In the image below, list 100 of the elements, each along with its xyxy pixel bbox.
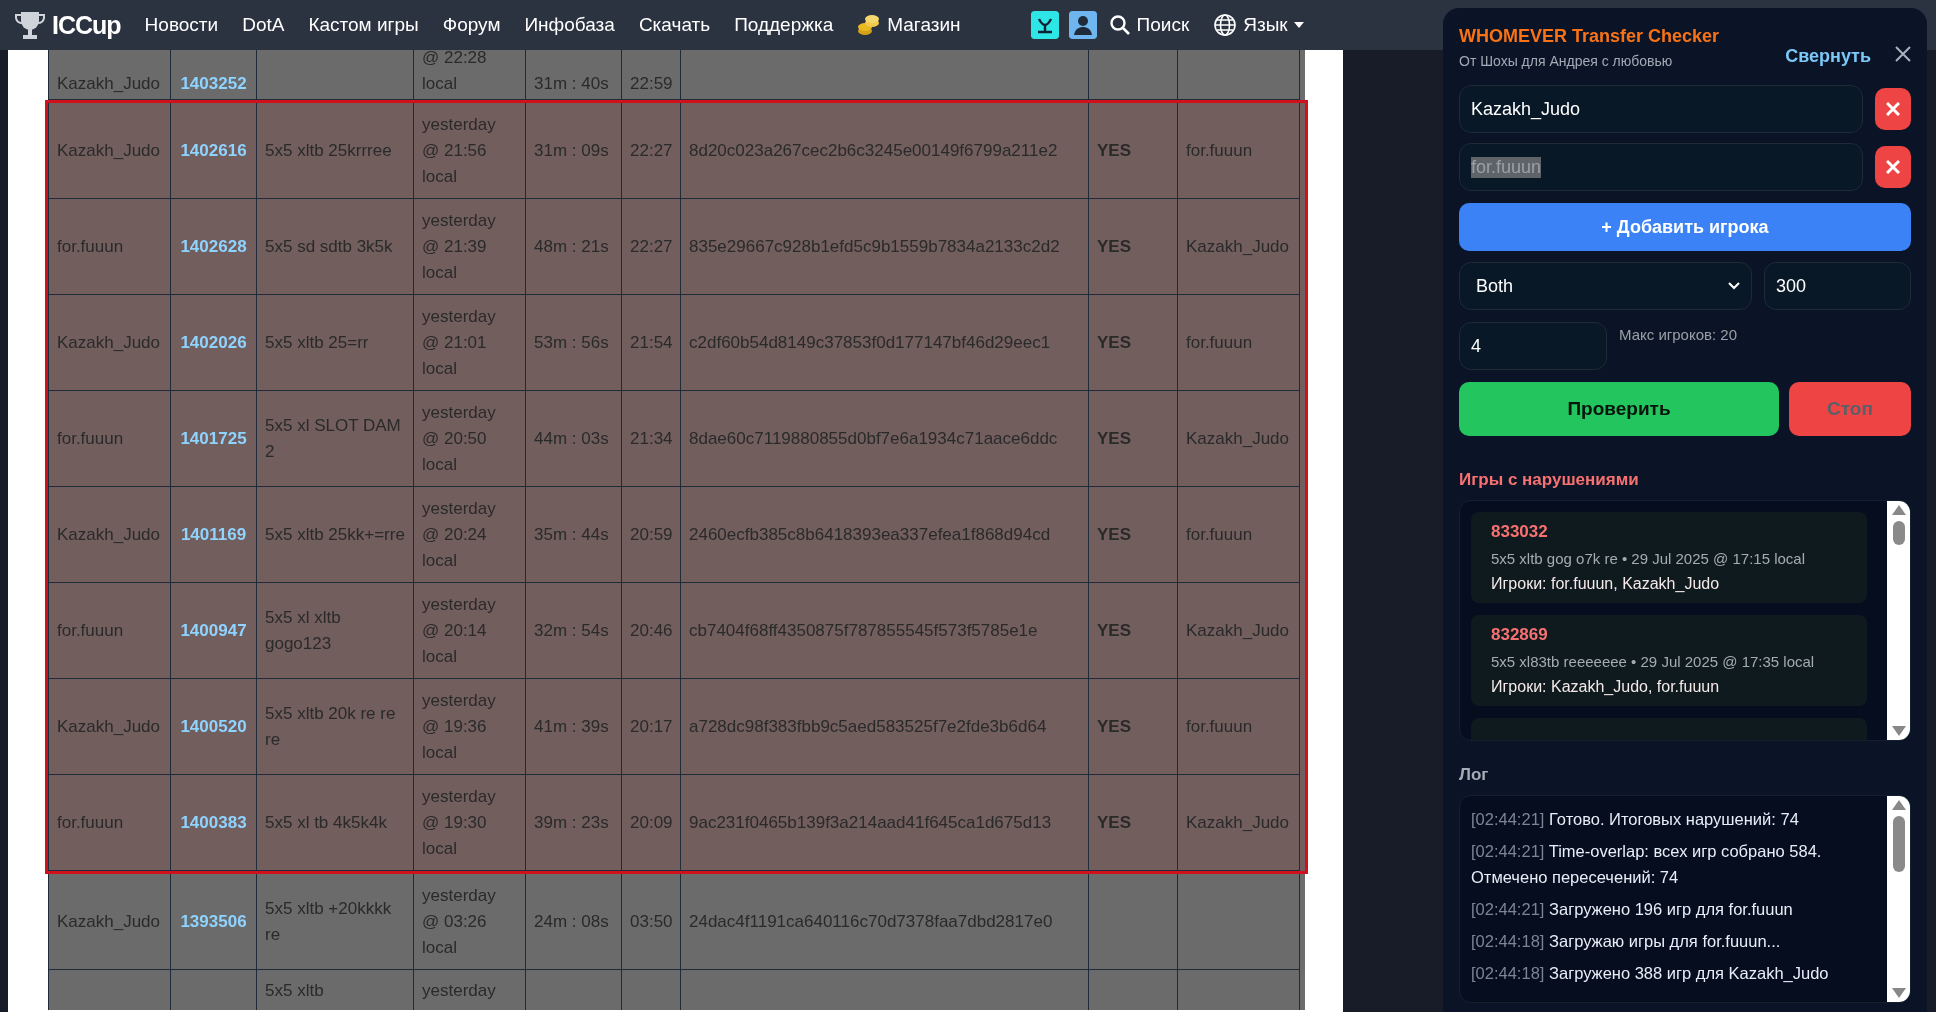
date-cell-text: yesterday @ 19:30 local xyxy=(422,785,497,860)
hash-cell-text: 2460ecfb385c8b6418393ea337efea1f868d94cd xyxy=(689,523,1051,546)
player-cell-text: Kazakh_Judo xyxy=(57,910,161,933)
section-title: Лог xyxy=(1459,765,1490,785)
hash-cell-text: 8d20c023a267cec2b6c3245e00149f6799a211e2 xyxy=(689,139,1058,162)
recipient-cell-text: for.fuuun xyxy=(1186,139,1253,162)
time-cell-text: 21:34 xyxy=(630,427,673,450)
player-cell-text: for.fuuun xyxy=(57,619,124,642)
nav-link[interactable]: Поддержка xyxy=(734,14,834,36)
recipient-cell-text: Kazakh_Judo xyxy=(1186,427,1290,450)
add-player-button[interactable]: + Добавить игрока xyxy=(1459,203,1911,251)
game-id-link[interactable]: 1402628 xyxy=(180,233,247,260)
player-cell-text: Kazakh_Judo xyxy=(57,139,161,162)
nav-link[interactable]: Инфобаза xyxy=(524,14,615,36)
recipient-cell-text: Kazakh_Judo xyxy=(1186,811,1290,834)
time-cell-text: 03:50 xyxy=(630,910,673,933)
game-info: 5x5 xl83tb reeeeeee • 29 Jul 2025 @ 17:35 local xyxy=(1491,653,1816,670)
logo-text[interactable]: ICCup xyxy=(52,10,121,40)
nav-link[interactable]: DotA xyxy=(242,14,285,36)
date-cell-text: yesterday @ 03:26 local xyxy=(422,884,497,959)
time-cell-text: 20:46 xyxy=(630,619,673,642)
violation-card[interactable]: 832869 5x5 xl83tb reeeeeee • 29 Jul 2025 @ 17:35 local Игроки: Kazakh_Judo, for.fuuun xyxy=(1471,615,1867,706)
violation-card[interactable]: 833032 5x5 xltb gog o7k re • 29 Jul 2025 @ 17:15 local Игроки: for.fuuun, Kazakh_Judo xyxy=(1471,512,1867,603)
language-menu[interactable]: Язык xyxy=(1213,13,1304,37)
time-cell-text: 20:17 xyxy=(630,715,673,738)
threads-input[interactable]: 4 xyxy=(1459,322,1607,370)
mode-select[interactable]: Both xyxy=(1459,262,1752,310)
log-entry: [02:44:21] Загружено 196 игр для for.fuuun xyxy=(1471,899,1794,920)
transfer-cell-text: YES xyxy=(1097,139,1132,162)
game-name-cell-text: 5x5 xltb 25=rr xyxy=(265,331,369,354)
date-cell-text: @ 22:28 local xyxy=(422,50,488,95)
hash-cell-text: 835e29667c928b1efd5c9b1559b7834a2133c2d2 xyxy=(689,235,1060,258)
duration-cell-text: 41m : 39s xyxy=(534,715,609,738)
time-cell-text: 22:27 xyxy=(630,235,673,258)
time-cell-text: 22:27 xyxy=(630,139,673,162)
game-name-cell-text: 5x5 xltb 25krrree xyxy=(265,139,392,162)
duration-cell-text: 35m : 44s xyxy=(534,523,609,546)
date-cell-text: yesterday xyxy=(422,980,496,1002)
duration-cell-text: 44m : 03s xyxy=(534,427,609,450)
player-cell-text: Kazakh_Judo xyxy=(57,715,161,738)
nav-link[interactable]: Магазин xyxy=(857,13,961,37)
duration-cell-text: 24m : 08s xyxy=(534,910,609,933)
hash-cell-text: 24dac4f1191ca640116c70d7378faa7dbd2817e0 xyxy=(689,910,1053,933)
game-name-cell-text: 5x5 xl xltb gogo123 xyxy=(265,606,342,655)
nav-link[interactable]: Новости xyxy=(144,14,219,36)
date-cell-text: yesterday @ 20:24 local xyxy=(422,497,497,572)
time-cell-text: 21:54 xyxy=(630,331,673,354)
check-button[interactable]: Проверить xyxy=(1459,382,1779,436)
game-id-link[interactable]: 1400520 xyxy=(180,713,247,740)
input-text: for.fuuun xyxy=(1471,156,1542,178)
hash-cell-text: 8dae60c7119880855d0bf7e6a1934c71aace6ddc xyxy=(689,427,1058,450)
game-id-link[interactable]: 1400947 xyxy=(180,617,247,644)
game-id-link[interactable]: 1401169 xyxy=(180,521,247,548)
search-link[interactable]: Поиск xyxy=(1108,14,1190,36)
log-entry: [02:44:21] Time-overlap: всех игр собрано 584. Отмечено пересечений: 74 xyxy=(1471,841,1823,888)
log-entry: [02:44:18] Загружено 388 игр для Kazakh_Judo xyxy=(1471,963,1830,984)
game-id-link[interactable]: 1402616 xyxy=(180,137,247,164)
game-id-link[interactable]: 1400383 xyxy=(180,809,247,836)
game-name-cell-text: 5x5 xltb xyxy=(265,980,324,1002)
game-info: 5x5 xltb gog o7k re • 29 Jul 2025 @ 17:15 local xyxy=(1491,550,1806,567)
game-name-cell-text: 5x5 xltb +20kkkk re xyxy=(265,897,393,946)
collapse-link[interactable]: Свернуть xyxy=(1785,46,1871,67)
hash-cell-text: cb7404f68ff4350875f787855545f573f5785e1e xyxy=(689,619,1038,642)
transfer-cell-text: YES xyxy=(1097,811,1132,834)
interval-input[interactable]: 300 xyxy=(1764,262,1911,310)
nav-link[interactable]: Скачать xyxy=(638,14,711,36)
nav-link[interactable]: Кастом игры xyxy=(308,14,419,36)
duration-cell-text: 31m : 09s xyxy=(534,139,609,162)
hash-cell-text: 9ac231f0465b139f3a214aad41f645ca1d675d13 xyxy=(689,811,1052,834)
player-cell-text: for.fuuun xyxy=(57,235,124,258)
date-cell-text: yesterday @ 20:50 local xyxy=(422,401,497,476)
input-text: Kazakh_Judo xyxy=(1471,98,1581,120)
game-id: 833032 xyxy=(1491,522,1549,542)
date-cell-text: yesterday @ 21:56 local xyxy=(422,113,497,188)
game-id-link[interactable]: 1401725 xyxy=(180,425,247,452)
recipient-cell-text: for.fuuun xyxy=(1186,523,1253,546)
duration-cell-text: 31m : 40s xyxy=(534,73,609,95)
recipient-cell-text: Kazakh_Judo xyxy=(1186,235,1290,258)
duration-cell-text: 48m : 21s xyxy=(534,235,609,258)
date-cell-text: yesterday @ 20:14 local xyxy=(422,593,497,668)
transfer-cell-text: YES xyxy=(1097,619,1132,642)
section-title: Игры с нарушениями xyxy=(1459,470,1640,490)
game-name-cell-text: 5x5 xl SLOT DAM 2 xyxy=(265,414,402,463)
panel-subtitle: От Шохы для Андрея с любовью xyxy=(1459,53,1674,69)
players-text: Игроки: for.fuuun, Kazakh_Judo xyxy=(1491,575,1721,593)
game-name-cell-text: 5x5 xltb 25kk+=rre xyxy=(265,523,405,546)
duration-cell-text: 32m : 54s xyxy=(534,619,609,642)
player-cell-text: Kazakh_Judo xyxy=(57,331,161,354)
game-id: 832869 xyxy=(1491,625,1549,645)
game-id-link[interactable]: 1402026 xyxy=(180,329,247,356)
hash-cell-text: a728dc98f383fbb9c5aed583525f7e2fde3b6d64 xyxy=(689,715,1047,738)
log-entry: [02:44:21] Готово. Итоговых нарушений: 74 xyxy=(1471,809,1800,830)
player-cell-text: for.fuuun xyxy=(57,427,124,450)
recipient-cell-text: for.fuuun xyxy=(1186,331,1253,354)
max-players-hint: Макс игроков: 20 xyxy=(1619,326,1737,343)
player-input[interactable]: Kazakh_Judo xyxy=(1459,85,1863,133)
hash-cell-text: c2df60b54d8149c37853f0d177147bf46d29eec1 xyxy=(689,331,1051,354)
date-cell-text: yesterday @ 19:36 local xyxy=(422,689,497,764)
nav-link[interactable]: Форум xyxy=(442,14,501,36)
game-name-cell-text: 5x5 xltb 20k re re re xyxy=(265,702,397,751)
